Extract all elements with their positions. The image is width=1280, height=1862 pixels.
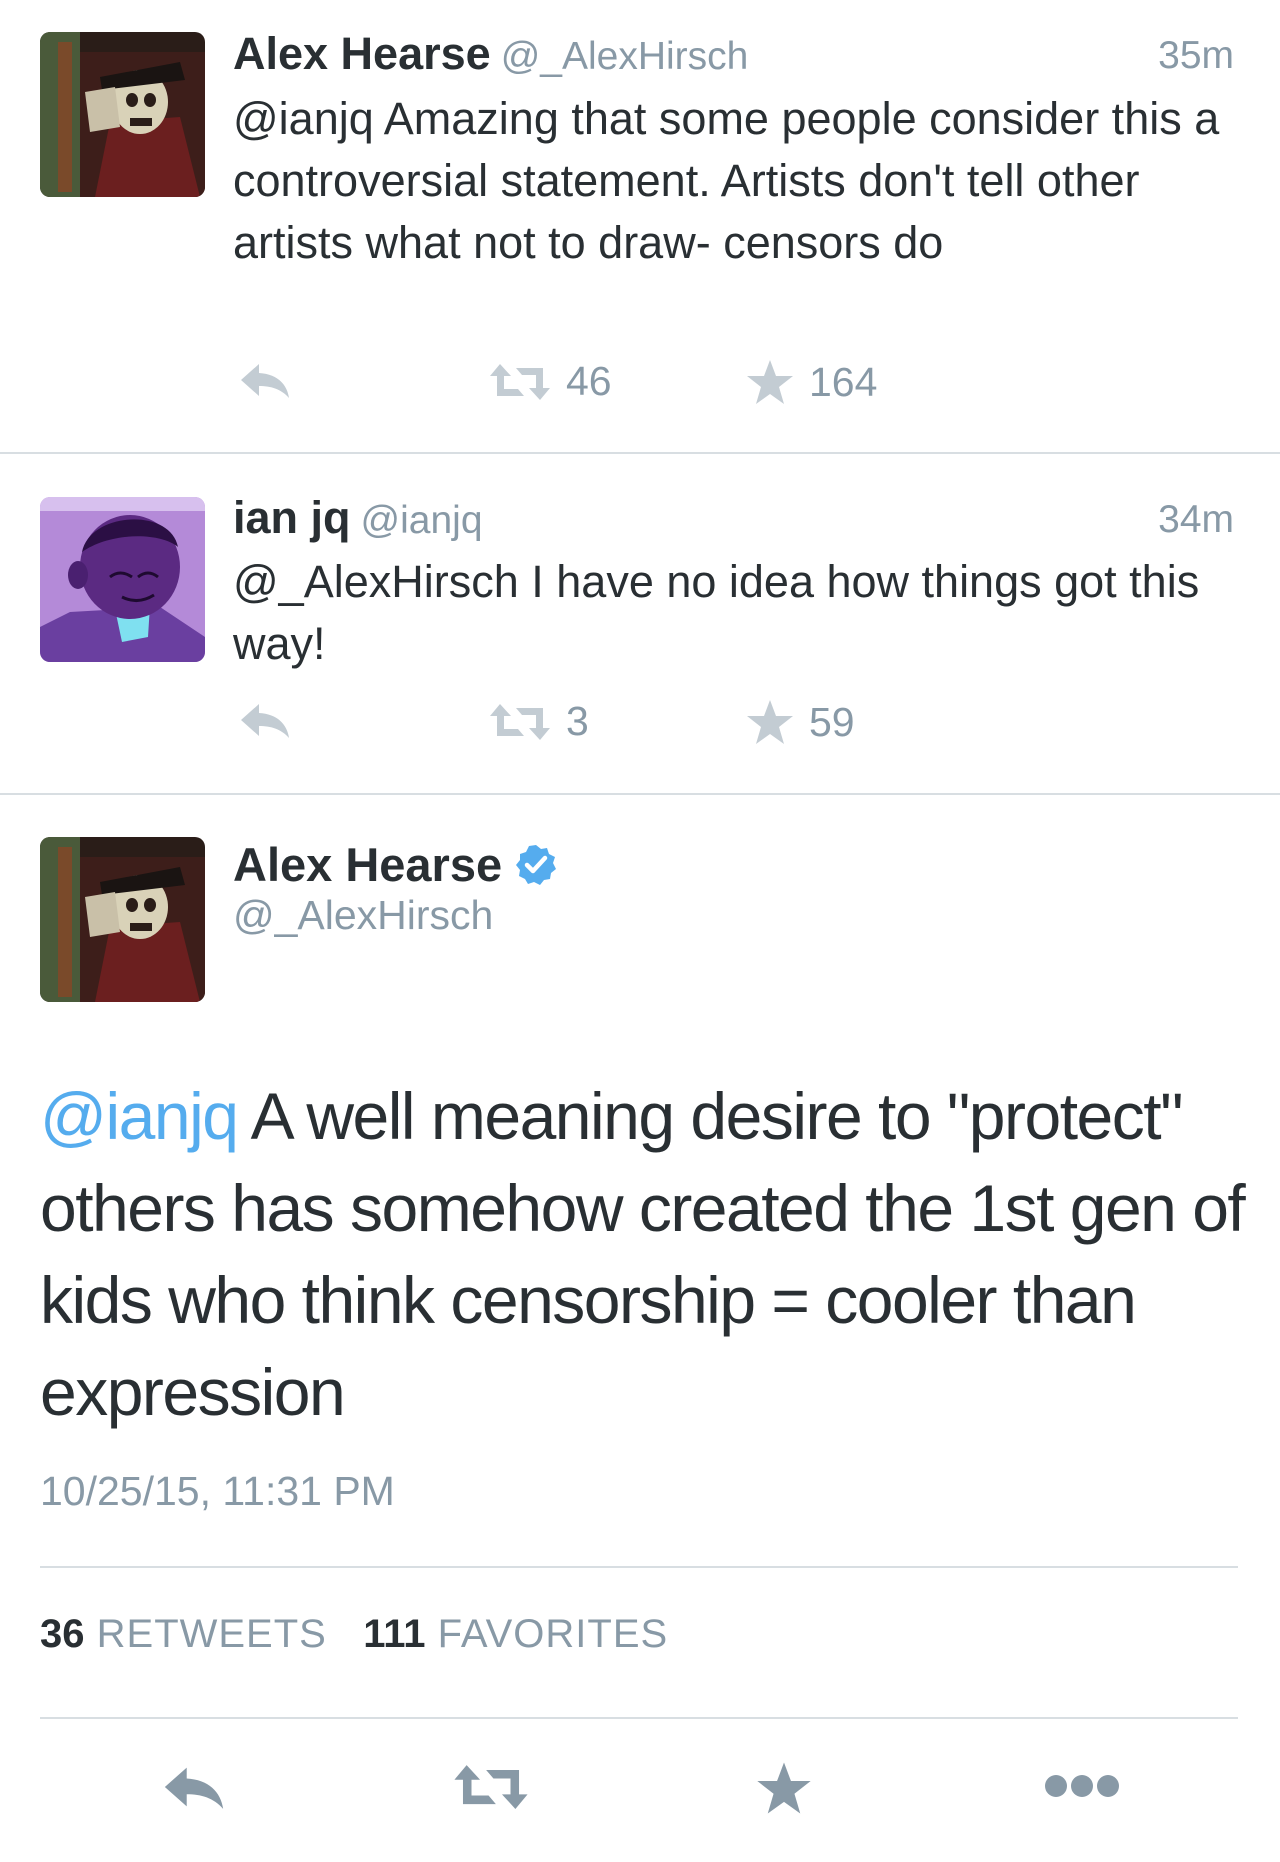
divider bbox=[40, 1566, 1238, 1568]
retweet-button[interactable]: 46 bbox=[488, 358, 612, 405]
avatar[interactable] bbox=[40, 837, 205, 1002]
tweet-actions: 46 164 bbox=[233, 358, 933, 418]
retweet-count: 46 bbox=[566, 358, 612, 404]
tweet-text: @ianjq Amazing that some people consider… bbox=[233, 93, 1220, 268]
reply-icon bbox=[241, 704, 289, 738]
tweet-actions: 3 59 bbox=[233, 698, 933, 758]
retweet-icon bbox=[454, 1765, 528, 1809]
author-handle: @ianjq bbox=[360, 499, 483, 542]
favorite-star-icon bbox=[747, 700, 793, 744]
purple-character-avatar bbox=[40, 497, 205, 662]
tweet-text: @ianjq A well meaning desire to "protect… bbox=[40, 1079, 1246, 1429]
more-dots-icon bbox=[1045, 1775, 1119, 1797]
favorite-button[interactable]: 59 bbox=[745, 698, 855, 746]
tweet-action-bar bbox=[0, 1760, 1280, 1840]
reply-icon bbox=[241, 364, 289, 398]
favorites-stat[interactable]: 111 FAVORITES bbox=[363, 1612, 668, 1656]
favorite-button[interactable] bbox=[755, 1760, 813, 1821]
retweet-icon bbox=[490, 363, 550, 400]
author-handle: @_AlexHirsch bbox=[500, 35, 749, 78]
favorite-star-icon bbox=[757, 1762, 811, 1814]
reply-button[interactable] bbox=[237, 358, 293, 402]
tweet-time: 34m bbox=[1158, 498, 1234, 541]
retweets-stat[interactable]: 36 RETWEETS bbox=[40, 1612, 327, 1656]
author-name[interactable]: ian jq @ianjq bbox=[233, 492, 483, 544]
retweet-count: 3 bbox=[566, 698, 589, 744]
reply-button[interactable] bbox=[160, 1760, 228, 1819]
retweet-button[interactable] bbox=[452, 1760, 530, 1819]
author-handle[interactable]: @_AlexHirsch bbox=[233, 892, 493, 939]
more-button[interactable] bbox=[1044, 1766, 1120, 1811]
divider bbox=[0, 452, 1280, 454]
avatar[interactable] bbox=[40, 32, 205, 197]
author-name[interactable]: Alex Hearse @_AlexHirsch bbox=[233, 28, 748, 80]
divider bbox=[0, 793, 1280, 795]
favorite-button[interactable]: 164 bbox=[745, 358, 877, 406]
mention-link[interactable]: @ianjq bbox=[40, 1079, 239, 1153]
skeleton-avatar bbox=[40, 837, 205, 1002]
divider bbox=[40, 1717, 1238, 1719]
favorite-count: 164 bbox=[809, 358, 878, 405]
retweet-button[interactable]: 3 bbox=[488, 698, 589, 745]
favorite-count: 59 bbox=[809, 698, 855, 745]
reply-icon bbox=[164, 1767, 224, 1809]
tweet-text: @_AlexHirsch I have no idea how things g… bbox=[233, 556, 1200, 669]
favorite-star-icon bbox=[747, 360, 793, 404]
tweet-stats: 36 RETWEETS 111 FAVORITES bbox=[40, 1612, 668, 1657]
retweet-icon bbox=[490, 703, 550, 740]
avatar[interactable] bbox=[40, 497, 205, 662]
author-name[interactable]: Alex Hearse bbox=[233, 837, 558, 892]
reply-button[interactable] bbox=[237, 698, 293, 742]
skeleton-avatar bbox=[40, 32, 205, 197]
tweet-time: 35m bbox=[1158, 34, 1234, 77]
tweet-timestamp: 10/25/15, 11:31 PM bbox=[40, 1468, 395, 1514]
verified-badge-icon bbox=[516, 844, 557, 885]
